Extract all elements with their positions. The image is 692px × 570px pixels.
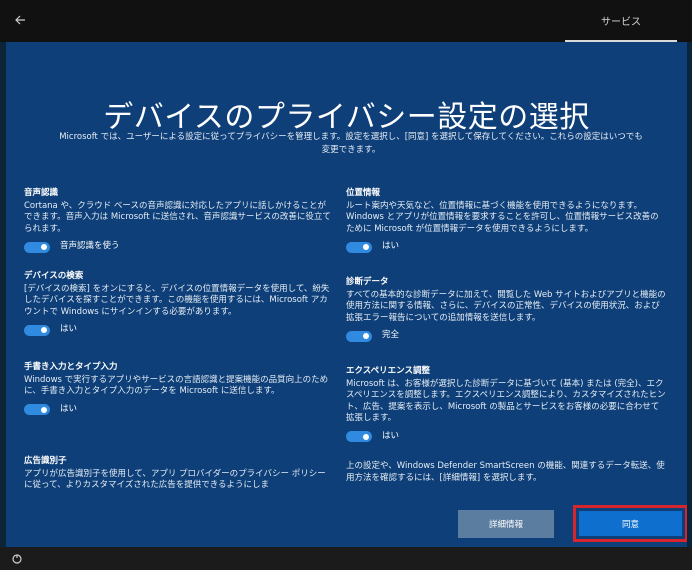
learn-more-note: 上の設定や、Windows Defender SmartScreen の機能、関… bbox=[346, 461, 665, 483]
toggle-label: 完全 bbox=[382, 330, 400, 341]
speech-recognition-toggle[interactable] bbox=[24, 241, 50, 253]
section-heading: 音声認識 bbox=[24, 188, 59, 198]
section-heading: デバイスの検索 bbox=[24, 271, 84, 281]
speech-recognition-section: 音声認識 Cortana や、クラウド ベースの音声認識に対応したアプリに話しか… bbox=[24, 188, 334, 254]
section-description: すべての基本的な診断データに加えて、閲覧した Web サイトおよびアプリと機能の… bbox=[346, 289, 666, 323]
advertising-id-section: 広告識別子 アプリが広告識別子を使用して、アプリ プロバイダーのプライバシー ポ… bbox=[24, 456, 334, 492]
page-title: デバイスのプライバシー設定の選択 bbox=[103, 100, 590, 135]
button-label: 同意 bbox=[621, 519, 639, 530]
diagnostics-toggle[interactable] bbox=[346, 330, 372, 342]
back-button[interactable] bbox=[10, 10, 30, 30]
tab-services[interactable]: サービス bbox=[565, 13, 677, 42]
toggle-label: はい bbox=[382, 241, 400, 252]
section-description: Windows で実行するアプリやサービスの言語認識と提案機能の品質向上のために… bbox=[24, 374, 329, 397]
section-description: [デバイスの検索] をオンにすると、デバイスの位置情報データを使用して、紛失した… bbox=[24, 283, 330, 317]
toggle-label: 音声認識を使う bbox=[60, 241, 120, 252]
section-heading: エクスペリエンス調整 bbox=[346, 366, 430, 376]
find-my-device-section: デバイスの検索 [デバイスの検索] をオンにすると、デバイスの位置情報データを使… bbox=[24, 271, 334, 337]
section-description: ルート案内や天気など、位置情報に基づく機能を使用できるようになります。Windo… bbox=[346, 200, 659, 234]
privacy-settings-panel: デバイスのプライバシー設定の選択 Microsoft では、ユーザーによる設定に… bbox=[6, 42, 687, 547]
section-description: アプリが広告識別子を使用して、アプリ プロバイダーのプライバシー ポリシーに従っ… bbox=[24, 468, 326, 491]
toggle-label: はい bbox=[60, 324, 78, 335]
diagnostics-section: 診断データ すべての基本的な診断データに加えて、閲覧した Web サイトおよびア… bbox=[346, 277, 666, 343]
section-heading: 診断データ bbox=[346, 277, 389, 287]
inking-typing-section: 手書き入力とタイプ入力 Windows で実行するアプリやサービスの言語認識と提… bbox=[24, 362, 334, 417]
top-bar: サービス bbox=[0, 0, 692, 42]
ease-of-access-button[interactable] bbox=[10, 552, 24, 566]
tailored-experiences-section: エクスペリエンス調整 Microsoft は、お客様が選択した診断データに基づい… bbox=[346, 366, 666, 444]
location-toggle[interactable] bbox=[346, 241, 372, 253]
button-label: 詳細情報 bbox=[488, 520, 523, 530]
toggle-label: はい bbox=[382, 430, 400, 441]
accept-button[interactable]: 同意 bbox=[573, 505, 687, 542]
location-section: 位置情報 ルート案内や天気など、位置情報に基づく機能を使用できるようになります。… bbox=[346, 188, 666, 254]
section-description: Cortana や、クラウド ベースの音声認識に対応したアプリに話しかけることが… bbox=[24, 200, 331, 234]
tailored-experiences-toggle[interactable] bbox=[346, 431, 372, 442]
inking-typing-toggle[interactable] bbox=[24, 404, 50, 415]
section-heading: 位置情報 bbox=[346, 188, 381, 198]
learn-more-button[interactable]: 詳細情報 bbox=[458, 510, 554, 538]
toggle-label: はい bbox=[60, 403, 78, 414]
bottom-bar bbox=[0, 547, 692, 570]
section-description: Microsoft は、お客様が選択した診断データに基づいて (基本) または … bbox=[346, 378, 666, 424]
section-heading: 広告識別子 bbox=[24, 456, 67, 466]
back-arrow-icon bbox=[15, 15, 25, 25]
ease-of-access-icon bbox=[12, 554, 22, 564]
section-heading: 手書き入力とタイプ入力 bbox=[24, 362, 118, 372]
page-subtitle: Microsoft では、ユーザーによる設定に従ってプライバシーを管理します。設… bbox=[59, 132, 643, 155]
find-my-device-toggle[interactable] bbox=[24, 324, 50, 336]
